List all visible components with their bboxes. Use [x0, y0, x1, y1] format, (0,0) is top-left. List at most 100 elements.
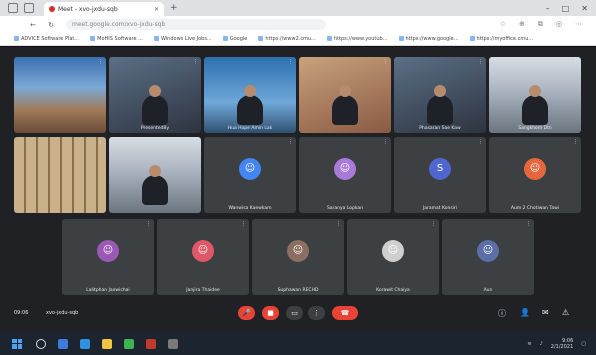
notifications-icon[interactable]: ▢	[581, 341, 586, 347]
tile-options-icon[interactable]: ⋮	[146, 221, 151, 227]
participant-video	[142, 85, 168, 125]
maximize-icon[interactable]: □	[562, 4, 570, 13]
participant-name: Hua Hope Amin Lak	[227, 126, 273, 131]
wifi-icon[interactable]: ≋	[527, 341, 531, 347]
window-controls-left	[8, 3, 34, 13]
avatar: ☺	[239, 157, 261, 180]
participant-tile[interactable]: ⋮	[109, 137, 201, 213]
more-options-button[interactable]: ⋮	[308, 306, 325, 320]
browser-tab[interactable]: Meet - xvo-jxdu-sqb ✕	[44, 2, 164, 16]
profile-icon[interactable]: ◎	[556, 20, 562, 29]
volume-icon[interactable]: ♪	[540, 341, 543, 347]
tile-options-icon[interactable]: ⋮	[478, 139, 483, 145]
bookmark-item[interactable]: Google	[223, 36, 248, 42]
reload-icon[interactable]: ↻	[48, 21, 54, 29]
search-icon[interactable]	[36, 338, 46, 349]
edge-icon[interactable]	[80, 338, 90, 349]
meet-grid: ⋮ ⋮ PresentedBy ⋮ Hua Hope Amin Lak ⋮ ⋮ Phasara…	[0, 47, 596, 332]
close-window-icon[interactable]: ✕	[581, 4, 588, 13]
meeting-code: xvo-jxdu-sqb	[46, 310, 79, 316]
tile-options-icon[interactable]: ⋮	[383, 139, 388, 145]
tile-options-icon[interactable]: ⋮	[98, 139, 103, 145]
app-icon[interactable]	[168, 338, 178, 349]
address-bar[interactable]: meet.google.com/xvo-jxdu-sqb	[66, 19, 326, 30]
activities-icon[interactable]: ⚠	[562, 308, 569, 317]
participant-tile[interactable]: ⋮	[14, 137, 106, 213]
participant-tile[interactable]: ⋮	[14, 57, 106, 133]
participant-tile[interactable]: S ⋮ Jaramat Konsiri	[394, 137, 486, 213]
participant-name: Wanwisa Kaewkam	[228, 206, 272, 211]
captions-button[interactable]: ▭	[286, 306, 303, 320]
participant-tile[interactable]: ☺ ⋮ Saranya Lopkan	[299, 137, 391, 213]
participant-tile[interactable]: ☺ ⋮ Suphawan RECHD	[252, 219, 344, 295]
extension-icon[interactable]: ⊕	[519, 20, 525, 29]
info-icon[interactable]: ⓘ	[498, 308, 506, 319]
camera-button[interactable]: ■	[262, 306, 279, 320]
avatar: ☺	[97, 239, 119, 262]
microphone-button[interactable]: 🎤	[238, 306, 255, 320]
participant-video	[427, 85, 453, 125]
tile-options-icon[interactable]: ⋮	[193, 139, 198, 145]
tile-options-icon[interactable]: ⋮	[288, 139, 293, 145]
bookmark-item[interactable]: https://www.youtub...	[327, 36, 388, 42]
file-explorer-icon[interactable]	[102, 338, 112, 349]
tile-options-icon[interactable]: ⋮	[478, 59, 483, 65]
more-vertical-icon: ⋮	[313, 309, 320, 317]
tile-options-icon[interactable]: ⋮	[573, 59, 578, 65]
system-tray: ≋ ♪ 9:06 2/1/2021 ▢	[527, 338, 586, 350]
tile-options-icon[interactable]: ⋮	[383, 59, 388, 65]
camera-off-icon: ■	[267, 309, 274, 317]
bookmark-item[interactable]: Windows Live Jobs...	[154, 36, 212, 42]
clock[interactable]: 9:06 2/1/2021	[551, 338, 573, 350]
tile-options-icon[interactable]: ⋮	[573, 139, 578, 145]
participant-tile[interactable]: ☺ ⋮ Aum 2 Chotiwan Tawi	[489, 137, 581, 213]
participant-tile[interactable]: ⋮ Sangkhom Dtn	[489, 57, 581, 133]
tile-options-icon[interactable]: ⋮	[288, 59, 293, 65]
people-icon[interactable]: 👤	[520, 308, 530, 317]
participant-tile[interactable]: ⋮	[299, 57, 391, 133]
chat-icon[interactable]: ✉	[542, 308, 549, 317]
tile-options-icon[interactable]: ⋮	[526, 221, 531, 227]
bookmarks-bar: ADVICE Software Plat... MoHIS Software ..…	[0, 33, 596, 46]
participant-name: Saranya Lopkan	[326, 206, 364, 211]
bookmark-item[interactable]: https://www.google...	[399, 36, 459, 42]
back-icon[interactable]: ←	[30, 21, 36, 29]
participant-tile[interactable]: ☺ ⋮ Wanwisa Kaewkam	[204, 137, 296, 213]
participant-name: Lalitphan Jaowichai	[86, 288, 130, 293]
avatar: ☺	[192, 239, 214, 262]
bookmark-item[interactable]: MoHIS Software ...	[90, 36, 143, 42]
windows-taskbar: ≋ ♪ 9:06 2/1/2021 ▢	[0, 332, 596, 355]
star-icon[interactable]: ☆	[500, 20, 506, 29]
participant-tile[interactable]: ⋮ Hua Hope Amin Lak	[204, 57, 296, 133]
recording-dot-icon	[49, 6, 55, 12]
minimize-icon[interactable]: –	[546, 4, 550, 13]
navigation-buttons: ← ↻	[0, 21, 60, 29]
tile-options-icon[interactable]: ⋮	[336, 221, 341, 227]
bookmark-item[interactable]: ADVICE Software Plat...	[14, 36, 79, 42]
participant-tile[interactable]: ☺ ⋮ Janjira Thaidee	[157, 219, 249, 295]
collections-icon[interactable]: ⧉	[538, 20, 543, 29]
participant-tile[interactable]: ⋮ PresentedBy	[109, 57, 201, 133]
close-tab-icon[interactable]: ✕	[154, 6, 159, 13]
participant-tile[interactable]: ⋮ Phasaran Sae Kaw	[394, 57, 486, 133]
participant-video	[522, 85, 548, 125]
task-view-icon[interactable]	[58, 338, 68, 349]
participant-tile[interactable]: ☺ ⋮ Aun	[442, 219, 534, 295]
bookmark-item[interactable]: https://www2.cmu...	[258, 36, 316, 42]
start-button[interactable]	[12, 338, 22, 349]
meeting-time: 09:06	[14, 310, 29, 316]
avatar: ☺	[382, 239, 404, 262]
address-text: meet.google.com/xvo-jxdu-sqb	[72, 21, 166, 28]
bookmark-item[interactable]: https://myoffice.cmu...	[470, 36, 534, 42]
tile-options-icon[interactable]: ⋮	[98, 59, 103, 65]
end-call-button[interactable]: ☎	[332, 306, 358, 320]
new-tab-button[interactable]: +	[170, 3, 178, 13]
participant-tile[interactable]: ☺ ⋮ Korawit Chaiya	[347, 219, 439, 295]
menu-icon[interactable]: ⋯	[575, 20, 582, 29]
tile-options-icon[interactable]: ⋮	[241, 221, 246, 227]
chrome-icon[interactable]	[124, 338, 134, 349]
tile-options-icon[interactable]: ⋮	[193, 59, 198, 65]
tile-options-icon[interactable]: ⋮	[431, 221, 436, 227]
participant-tile[interactable]: ☺ ⋮ Lalitphan Jaowichai	[62, 219, 154, 295]
app-icon[interactable]	[146, 338, 156, 349]
